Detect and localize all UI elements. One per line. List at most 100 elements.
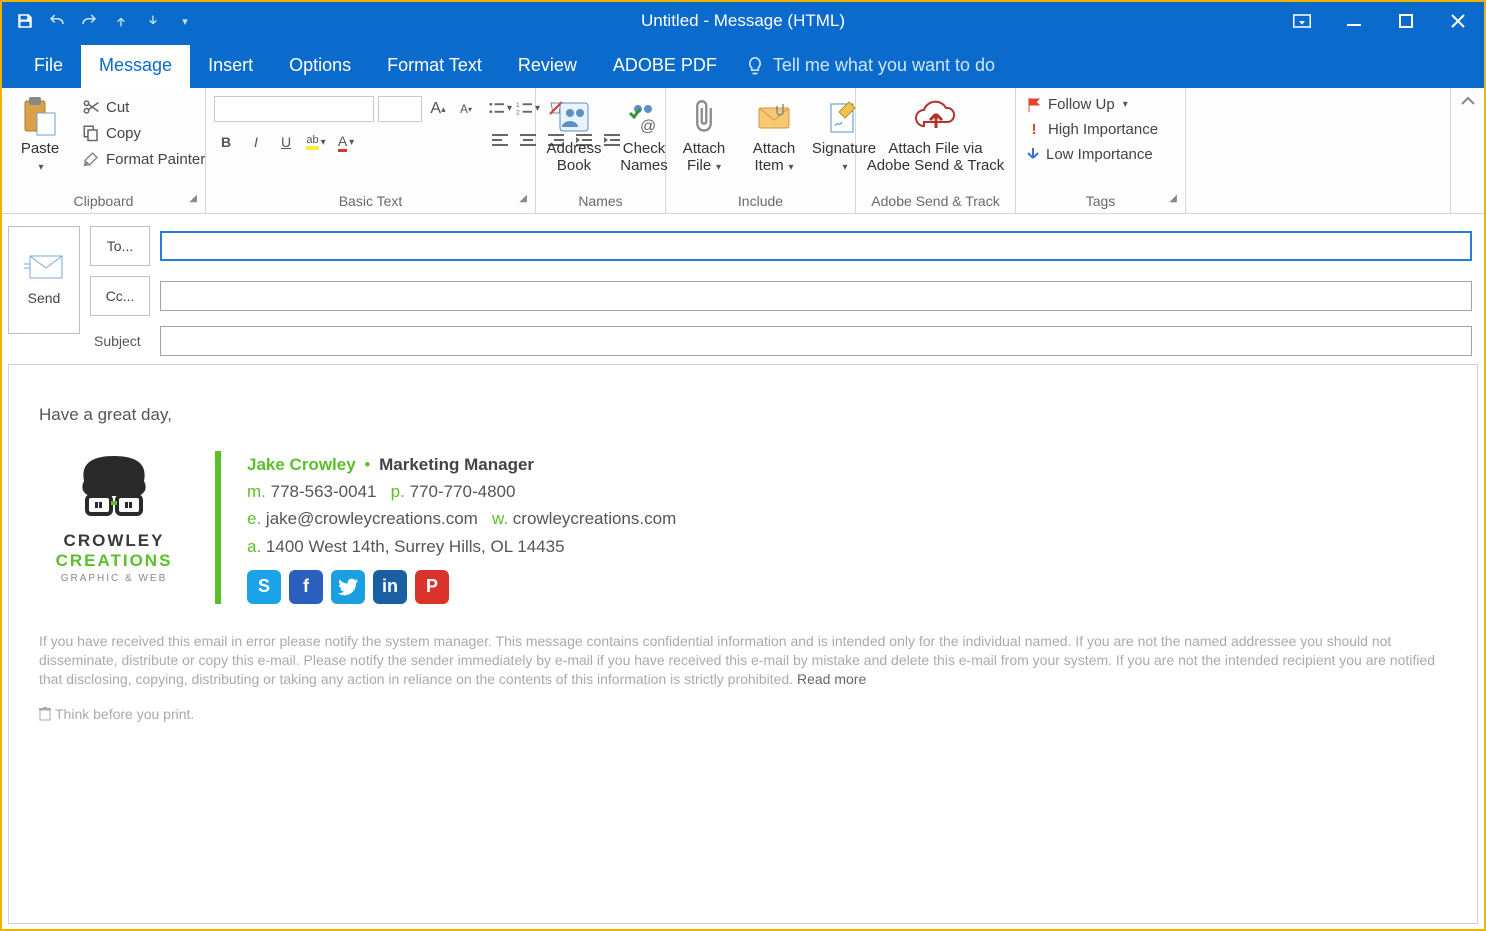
save-icon[interactable]: [12, 8, 38, 34]
italic-button[interactable]: I: [244, 130, 268, 154]
social-icons: S f in P: [247, 570, 676, 604]
attach-item-button[interactable]: Attach Item ▾: [742, 92, 806, 177]
greeting-text: Have a great day,: [39, 405, 1447, 425]
align-left-button[interactable]: [488, 128, 512, 152]
cc-button[interactable]: Cc...: [90, 276, 150, 316]
tab-adobe-pdf[interactable]: ADOBE PDF: [595, 45, 735, 88]
high-importance-label: High Importance: [1048, 121, 1158, 138]
collapse-ribbon-icon[interactable]: [1450, 88, 1484, 213]
chevron-down-icon: ▾: [36, 162, 43, 173]
cut-button[interactable]: Cut: [78, 96, 209, 118]
compose-header: Send To... Cc... Subject: [2, 214, 1484, 356]
clipboard-group-label: Clipboard: [74, 193, 134, 209]
paste-label: Paste: [21, 140, 59, 157]
exclamation-icon: !: [1026, 121, 1042, 138]
sig-p-label: p.: [391, 482, 405, 501]
envelope-send-icon: [24, 254, 64, 280]
font-name-select[interactable]: [214, 96, 374, 122]
underline-button[interactable]: U: [274, 130, 298, 154]
highlight-button[interactable]: ab▾: [304, 130, 328, 154]
sig-m-label: m.: [247, 482, 266, 501]
paperclip-icon: [690, 94, 718, 140]
redo-icon[interactable]: [76, 8, 102, 34]
low-importance-label: Low Importance: [1046, 146, 1153, 163]
shrink-font-icon[interactable]: A▾: [454, 97, 478, 121]
follow-up-label: Follow Up: [1048, 96, 1115, 113]
ribbon-display-icon[interactable]: [1276, 2, 1328, 40]
names-group-label: Names: [578, 193, 622, 209]
undo-icon[interactable]: [44, 8, 70, 34]
minimize-icon[interactable]: [1328, 2, 1380, 40]
send-button[interactable]: Send: [8, 226, 80, 334]
follow-up-button[interactable]: Follow Up▾: [1022, 94, 1162, 115]
sig-e-label: e.: [247, 509, 261, 528]
cut-label: Cut: [106, 99, 129, 116]
subject-label: Subject: [90, 333, 150, 349]
close-icon[interactable]: [1432, 2, 1484, 40]
to-input[interactable]: [160, 231, 1472, 261]
tags-group-label: Tags: [1086, 193, 1116, 209]
tab-message[interactable]: Message: [81, 45, 190, 88]
group-adobe: Attach File via Adobe Send & Track Adobe…: [856, 88, 1016, 213]
tab-insert[interactable]: Insert: [190, 45, 271, 88]
attach-file-button[interactable]: Attach File ▾: [672, 92, 736, 177]
basic-text-group-label: Basic Text: [339, 193, 403, 209]
linkedin-icon[interactable]: in: [373, 570, 407, 604]
bullets-button[interactable]: ▾: [488, 96, 512, 120]
tab-review[interactable]: Review: [500, 45, 595, 88]
adobe-attach-button[interactable]: Attach File via Adobe Send & Track: [861, 92, 1011, 177]
email-signature: CROWLEY CREATIONS GRAPHIC & WEB Jake Cro…: [39, 451, 1447, 604]
sig-email: jake@crowleycreations.com: [266, 509, 478, 528]
prev-icon[interactable]: [108, 8, 134, 34]
tab-options[interactable]: Options: [271, 45, 369, 88]
subject-input[interactable]: [160, 326, 1472, 356]
disclaimer-text: If you have received this email in error…: [39, 633, 1435, 687]
copy-button[interactable]: Copy: [78, 122, 209, 144]
lightbulb-icon: [745, 56, 765, 76]
format-painter-button[interactable]: Format Painter: [78, 148, 209, 170]
high-importance-button[interactable]: ! High Importance: [1022, 119, 1162, 140]
format-painter-label: Format Painter: [106, 151, 205, 168]
ribbon: Paste ▾ Cut Copy Format Painter Clipboard…: [2, 88, 1484, 214]
cc-input[interactable]: [160, 281, 1472, 311]
tell-me-search[interactable]: Tell me what you want to do: [735, 45, 1013, 88]
next-icon[interactable]: [140, 8, 166, 34]
low-importance-button[interactable]: Low Importance: [1022, 144, 1162, 165]
signature-info: Jake Crowley • Marketing Manager m. 778-…: [247, 451, 676, 604]
bold-button[interactable]: B: [214, 130, 238, 154]
read-more-link[interactable]: Read more: [797, 671, 866, 687]
qat-customize-icon[interactable]: ▾: [172, 8, 198, 34]
font-size-select[interactable]: [378, 96, 422, 122]
window-controls: [1276, 2, 1484, 40]
signature-logo: CROWLEY CREATIONS GRAPHIC & WEB: [39, 451, 189, 584]
address-book-icon: [556, 94, 592, 140]
signature-divider: [215, 451, 221, 604]
sig-address: 1400 West 14th, Surrey Hills, OL 14435: [266, 537, 565, 556]
print-hint-text: Think before you print.: [55, 706, 194, 722]
group-basic-text: A▴ A▾ B I U ab▾ A▾ ▾ 12▾: [206, 88, 536, 213]
tab-file[interactable]: File: [16, 45, 81, 88]
dialog-launcher-icon[interactable]: ◢: [1169, 193, 1177, 204]
facebook-icon[interactable]: f: [289, 570, 323, 604]
twitter-icon[interactable]: [331, 570, 365, 604]
svg-text:@: @: [640, 118, 656, 135]
grow-font-icon[interactable]: A▴: [426, 97, 450, 121]
skype-icon[interactable]: S: [247, 570, 281, 604]
copy-label: Copy: [106, 125, 141, 142]
to-button[interactable]: To...: [90, 226, 150, 266]
logo-line2: CREATIONS: [56, 551, 173, 571]
group-names: Address Book @ Check Names Names: [536, 88, 666, 213]
dialog-launcher-icon[interactable]: ◢: [189, 193, 197, 204]
paste-button[interactable]: Paste ▾: [8, 92, 72, 177]
dialog-launcher-icon[interactable]: ◢: [519, 193, 527, 204]
quick-access-toolbar: ▾: [2, 8, 198, 34]
copy-icon: [82, 124, 100, 142]
address-book-button[interactable]: Address Book: [542, 92, 606, 177]
tab-format-text[interactable]: Format Text: [369, 45, 500, 88]
logo-line1: CROWLEY: [64, 531, 165, 551]
adobe-cloud-upload-icon: [914, 94, 958, 140]
font-color-button[interactable]: A▾: [334, 130, 358, 154]
message-body[interactable]: Have a great day, CROWLEY CREATIONS GRAP…: [8, 364, 1478, 924]
maximize-icon[interactable]: [1380, 2, 1432, 40]
pinterest-icon[interactable]: P: [415, 570, 449, 604]
